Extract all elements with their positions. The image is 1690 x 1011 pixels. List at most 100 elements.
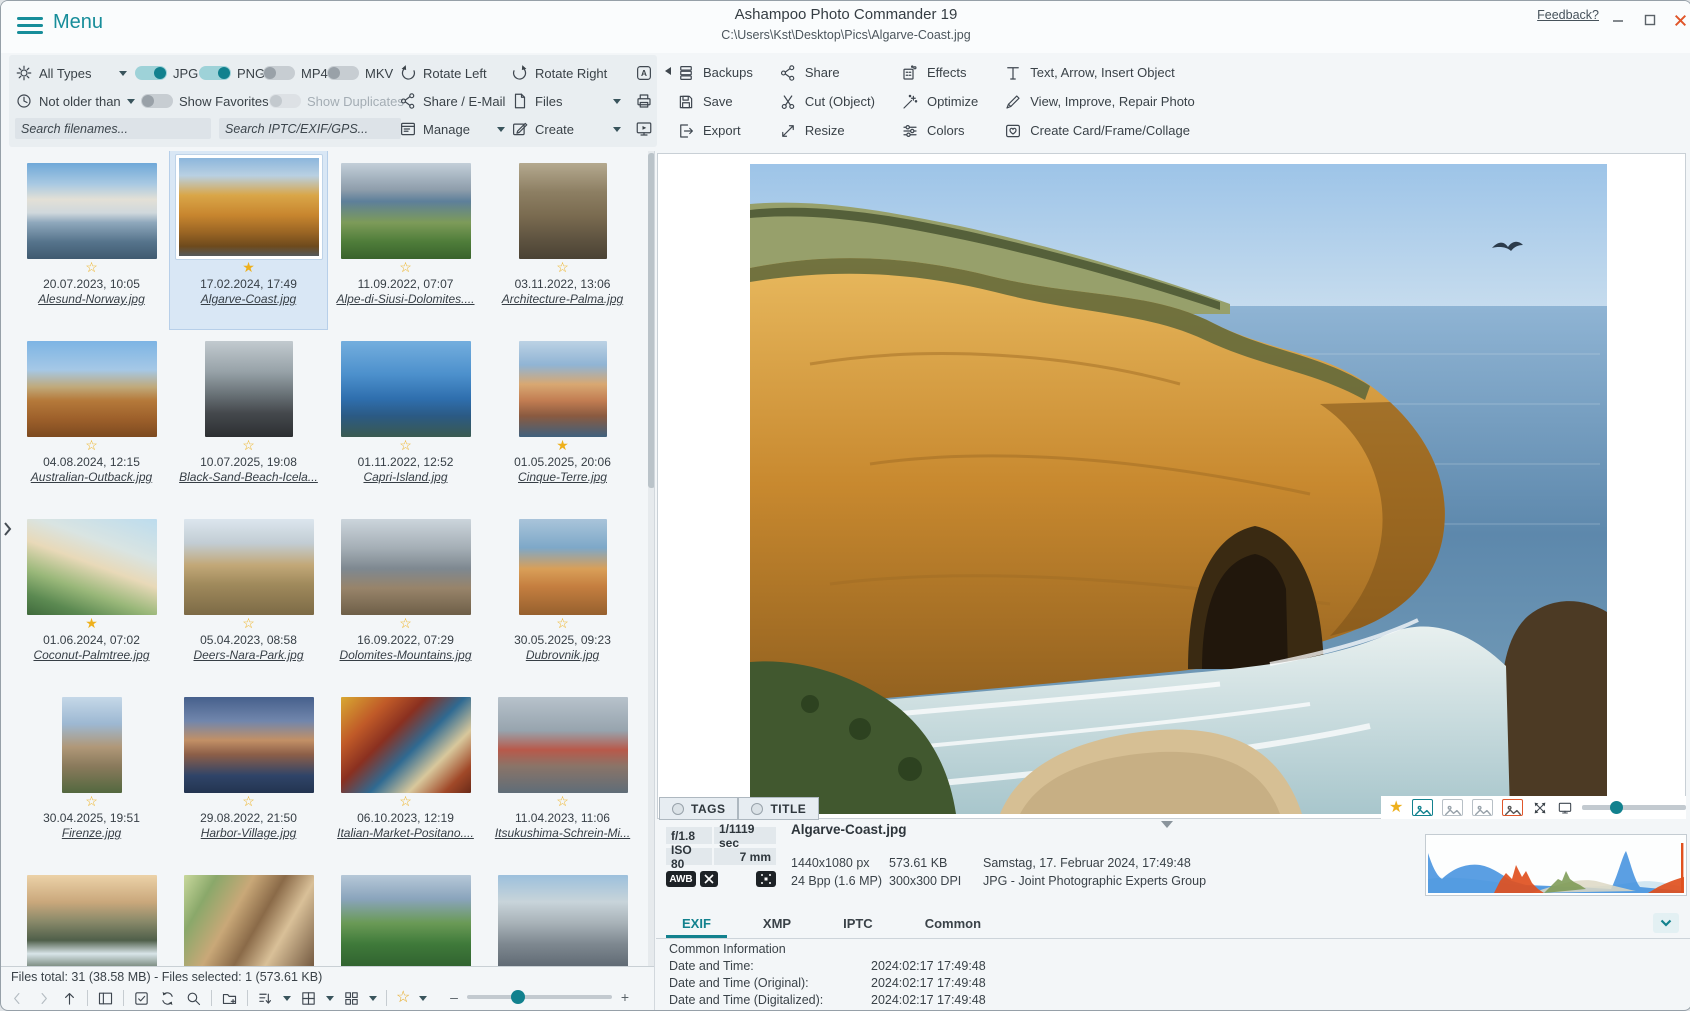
- manage-dropdown[interactable]: Manage: [399, 119, 505, 139]
- toggle-mp4[interactable]: MP4: [263, 63, 328, 83]
- toolbar-button[interactable]: Create Card/Frame/Collage: [1004, 122, 1195, 140]
- toolbar-button[interactable]: Resize: [779, 122, 875, 140]
- preview-zoom-knob[interactable]: [1610, 801, 1623, 814]
- search-button[interactable]: [185, 990, 202, 1007]
- metadata-tab[interactable]: IPTC: [817, 910, 899, 938]
- favorite-star-icon[interactable]: ☆: [85, 793, 98, 810]
- thumbnail-filename[interactable]: Harbor-Village.jpg: [201, 826, 297, 841]
- metadata-tab[interactable]: XMP: [737, 910, 817, 938]
- preview-zoom-slider[interactable]: [1582, 805, 1686, 810]
- photo-preview-algarve-coast[interactable]: [750, 164, 1607, 814]
- left-splitter-expand-icon[interactable]: [1, 521, 13, 537]
- file-type-filter-dropdown[interactable]: All Types: [15, 63, 127, 83]
- thumbnail-filename[interactable]: Firenze.jpg: [62, 826, 121, 841]
- maximize-button[interactable]: [1637, 9, 1663, 31]
- sort-button[interactable]: [257, 990, 274, 1007]
- thumbnail-cell[interactable]: ☆ 06.10.2023, 12:19 Italian-Market-Posit…: [327, 685, 484, 863]
- slideshow-button[interactable]: [635, 119, 653, 139]
- favorite-star-icon[interactable]: ☆: [399, 437, 412, 454]
- second-monitor-icon[interactable]: [1557, 800, 1573, 816]
- thumbnail-cell[interactable]: ☆ 20.07.2023, 10:05 Alesund-Norway.jpg: [13, 151, 170, 329]
- favorite-star-icon[interactable]: ☆: [399, 615, 412, 632]
- chevron-down-icon[interactable]: [326, 996, 334, 1001]
- toggle-mkv[interactable]: MKV: [327, 63, 393, 83]
- thumbnail-image[interactable]: [519, 519, 607, 615]
- search-filenames-input[interactable]: [15, 118, 211, 139]
- info-collapse-icon[interactable]: [1161, 821, 1173, 828]
- thumbnail-cell[interactable]: ☆ 05.04.2023, 08:58 Deers-Nara-Park.jpg: [170, 507, 327, 685]
- toolbar-button[interactable]: Optimize: [901, 93, 978, 111]
- chevron-down-icon[interactable]: [369, 996, 377, 1001]
- thumbnail-cell[interactable]: [13, 863, 170, 966]
- view-grid-button[interactable]: [300, 990, 317, 1007]
- thumbnail-cell[interactable]: ☆ 01.11.2022, 12:52 Capri-Island.jpg: [327, 329, 484, 507]
- thumbnail-image[interactable]: [205, 341, 293, 437]
- thumbnail-filename[interactable]: Italian-Market-Positano....: [337, 826, 474, 841]
- thumbnail-image[interactable]: [341, 163, 471, 259]
- thumbnail-cell[interactable]: ★ 01.05.2025, 20:06 Cinque-Terre.jpg: [484, 329, 641, 507]
- preview-mode-icon[interactable]: [1502, 799, 1523, 816]
- view-small-grid-button[interactable]: [343, 990, 360, 1007]
- fullscreen-icon[interactable]: [1532, 800, 1548, 816]
- thumbnail-image[interactable]: [498, 697, 628, 793]
- toolbar-button[interactable]: Effects: [901, 64, 978, 82]
- folder-up-button[interactable]: [61, 990, 78, 1007]
- thumbnail-image[interactable]: [27, 341, 157, 437]
- thumbnail-image[interactable]: [341, 697, 471, 793]
- thumbnail-cell[interactable]: ☆ 30.04.2025, 19:51 Firenze.jpg: [13, 685, 170, 863]
- thumbnail-image[interactable]: [341, 519, 471, 615]
- minimize-button[interactable]: [1605, 9, 1631, 31]
- rating-filter-button[interactable]: ☆: [396, 990, 410, 1006]
- png-switch[interactable]: [199, 66, 231, 80]
- feedback-link[interactable]: Feedback?: [1537, 8, 1599, 22]
- thumbnail-cell[interactable]: ☆ 30.05.2025, 09:23 Dubrovnik.jpg: [484, 507, 641, 685]
- create-dropdown[interactable]: Create: [511, 119, 621, 139]
- thumbnail-cell[interactable]: [170, 863, 327, 966]
- thumbnail-image[interactable]: [341, 341, 471, 437]
- favorite-star-icon[interactable]: ☆: [242, 437, 255, 454]
- chevron-down-icon[interactable]: [419, 996, 427, 1001]
- thumbnail-image[interactable]: [184, 519, 314, 615]
- mkv-switch[interactable]: [327, 66, 359, 80]
- favorites-switch[interactable]: [141, 94, 173, 108]
- select-mode-button[interactable]: [133, 990, 150, 1007]
- metadata-tab[interactable]: Common: [899, 910, 1007, 938]
- zoom-in-button[interactable]: +: [620, 989, 630, 1005]
- toolbar-button[interactable]: Export: [677, 122, 753, 140]
- thumbnail-filename[interactable]: Architecture-Palma.jpg: [502, 292, 623, 307]
- toolbar-button[interactable]: Text, Arrow, Insert Object: [1004, 64, 1195, 82]
- metadata-tab[interactable]: EXIF: [656, 910, 737, 938]
- favorite-star-icon[interactable]: ☆: [399, 259, 412, 276]
- thumbnail-image[interactable]: [27, 519, 157, 615]
- thumbnail-cell[interactable]: [327, 863, 484, 966]
- thumbnail-cell[interactable]: ☆ 16.09.2022, 07:29 Dolomites-Mountains.…: [327, 507, 484, 685]
- thumbnail-cell[interactable]: ☆ 04.08.2024, 12:15 Australian-Outback.j…: [13, 329, 170, 507]
- preview-mode-icon[interactable]: [1442, 799, 1463, 816]
- export-pdf-button[interactable]: [635, 63, 653, 83]
- thumbnail-filename[interactable]: Cinque-Terre.jpg: [518, 470, 607, 485]
- close-button[interactable]: [1667, 9, 1690, 31]
- thumbnail-cell[interactable]: ★ 17.02.2024, 17:49 Algarve-Coast.jpg: [170, 151, 327, 329]
- toolbar-button[interactable]: View, Improve, Repair Photo: [1004, 93, 1195, 111]
- thumbnail-filename[interactable]: Dubrovnik.jpg: [526, 648, 599, 663]
- thumbnail-filename[interactable]: Deers-Nara-Park.jpg: [193, 648, 303, 663]
- toolbar-button[interactable]: Save: [677, 93, 753, 111]
- metadata-expand-button[interactable]: [1653, 913, 1679, 933]
- thumbnail-image[interactable]: [27, 163, 157, 259]
- toolbar-button[interactable]: Backups: [677, 64, 753, 82]
- favorite-star-icon[interactable]: ☆: [556, 615, 569, 632]
- forward-button[interactable]: [35, 990, 52, 1007]
- favorite-star-icon[interactable]: ★: [556, 437, 569, 454]
- toolbar-button[interactable]: Colors: [901, 122, 978, 140]
- jpg-switch[interactable]: [135, 66, 167, 80]
- thumbnail-filename[interactable]: Black-Sand-Beach-Icela...: [179, 470, 318, 485]
- favorite-star-icon[interactable]: ☆: [399, 793, 412, 810]
- zoom-out-button[interactable]: –: [449, 989, 459, 1005]
- toggle-jpg[interactable]: JPG: [135, 63, 198, 83]
- thumbnail-filename[interactable]: Coconut-Palmtree.jpg: [33, 648, 149, 663]
- favorite-star-icon[interactable]: ★: [1389, 800, 1403, 816]
- favorite-star-icon[interactable]: ☆: [242, 793, 255, 810]
- thumbnail-image[interactable]: [62, 697, 122, 793]
- search-iptc-input[interactable]: [219, 118, 401, 139]
- thumbnail-image[interactable]: [519, 163, 607, 259]
